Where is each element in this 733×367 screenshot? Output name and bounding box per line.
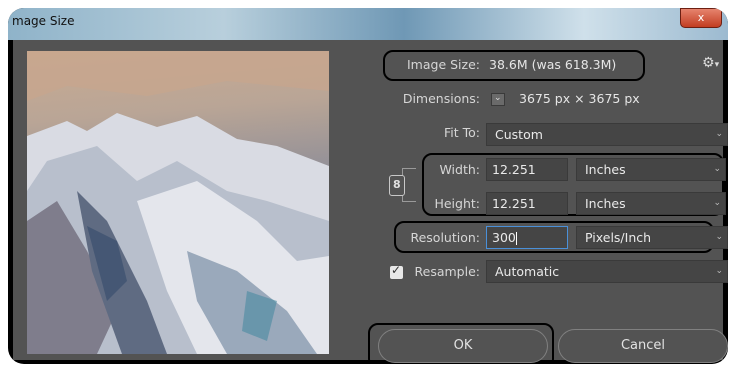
image-size-label: Image Size: — [407, 57, 480, 72]
fit-to-label: Fit To: — [444, 125, 480, 140]
gear-icon[interactable]: ⚙▾ — [702, 55, 719, 71]
image-size-value: 38.6M (was 618.3M) — [489, 57, 617, 72]
resolution-unit-value: Pixels/Inch — [585, 230, 652, 245]
width-unit-value: Inches — [585, 162, 626, 177]
close-button[interactable]: x — [680, 8, 722, 28]
dimensions-label: Dimensions: — [402, 91, 480, 106]
width-label: Width: — [439, 162, 480, 177]
dimensions-value: 3675 px × 3675 px — [519, 91, 640, 106]
image-size-dialog: mage Size x Image Size: 38.6M (was 618.3… — [8, 8, 728, 364]
resample-label: Resample: — [414, 264, 480, 279]
dialog-body: Image Size: 38.6M (was 618.3M) ⚙▾ Dimens… — [13, 40, 728, 364]
height-unit-dropdown[interactable]: Inches ⌄ — [576, 192, 726, 215]
dialog-title: mage Size — [12, 14, 75, 28]
chevron-down-icon: ⌄ — [713, 198, 721, 208]
image-preview[interactable] — [27, 51, 329, 354]
cancel-button[interactable]: Cancel — [558, 329, 728, 363]
width-input[interactable]: 12.251 — [486, 158, 568, 181]
close-icon: x — [697, 11, 705, 24]
checkmark-icon: ✓ — [391, 263, 402, 277]
chain-link-icon: 8 — [393, 178, 401, 191]
resample-value: Automatic — [495, 264, 560, 279]
width-unit-dropdown[interactable]: Inches ⌄ — [576, 158, 726, 181]
dimensions-menu-button[interactable]: ⌄ — [491, 93, 505, 106]
resolution-label: Resolution: — [410, 230, 480, 245]
chevron-down-icon: ⌄ — [494, 93, 502, 103]
resample-dropdown[interactable]: Automatic ⌄ — [486, 260, 728, 283]
fit-to-value: Custom — [495, 127, 543, 142]
link-proportions-button[interactable]: 8 — [389, 175, 405, 196]
resample-checkbox[interactable]: ✓ — [390, 263, 403, 279]
chevron-down-icon: ⌄ — [713, 164, 721, 174]
text-cursor — [515, 232, 517, 245]
chevron-down-icon: ⌄ — [715, 129, 723, 139]
resolution-value: 300 — [492, 230, 516, 245]
fit-to-dropdown[interactable]: Custom ⌄ — [486, 123, 728, 146]
resolution-input[interactable]: 300 — [486, 226, 568, 249]
resolution-unit-dropdown[interactable]: Pixels/Inch ⌄ — [576, 226, 728, 249]
height-label: Height: — [434, 196, 480, 211]
title-bar[interactable]: mage Size x — [8, 8, 728, 40]
preview-artwork — [27, 51, 329, 354]
height-input[interactable]: 12.251 — [486, 192, 568, 215]
ok-button[interactable]: OK — [378, 329, 548, 363]
chevron-down-icon: ⌄ — [715, 266, 723, 276]
height-unit-value: Inches — [585, 196, 626, 211]
chevron-down-icon: ⌄ — [715, 232, 723, 242]
